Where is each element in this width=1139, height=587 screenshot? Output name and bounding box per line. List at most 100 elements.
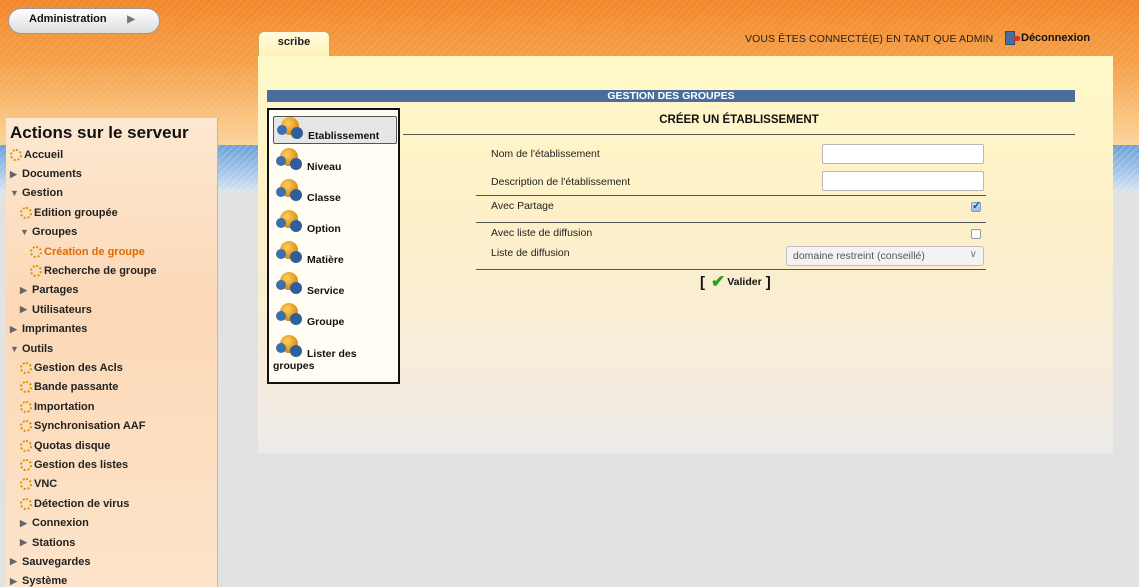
sidebar-item-label: Partages [32,284,79,297]
menu-item-matière[interactable]: Matière [273,241,397,269]
menu-item-groupe[interactable]: Groupe [273,303,397,331]
menu-item-option[interactable]: Option [273,210,397,238]
sidebar-item-edition-groupée[interactable]: Edition groupée [6,203,217,222]
sidebar-item-label: Bande passante [34,381,119,394]
sidebar-item-label: Groupes [32,226,78,239]
menu-item-label: Etablissement [308,130,380,142]
sidebar-item-quotas-disque[interactable]: Quotas disque [6,436,217,455]
sidebar-item-label: Recherche de groupe [44,265,157,278]
sidebar-item-connexion[interactable]: ▶ Connexion [6,513,217,532]
logout-icon [1005,31,1020,45]
sidebar-item-gestion-des-listes[interactable]: Gestion des listes [6,455,217,474]
menu-item-label: Groupe [307,316,345,328]
gear-icon [20,439,32,452]
mailing-list-select[interactable]: domaine restreint (conseillé) ∨ [786,246,984,266]
establishment-description-input[interactable] [822,171,984,191]
mailing-list-selected-value: domaine restreint (conseillé) [793,250,925,262]
description-label: Description de l'établissement [491,176,631,188]
sidebar-item-label: Stations [32,536,76,549]
menu-item-classe[interactable]: Classe [273,179,397,207]
sidebar-item-label: Imprimantes [22,323,88,336]
sidebar-item-label: Accueil [24,148,64,161]
mailing-list-checkbox[interactable] [971,229,981,239]
triangle-right-icon: ▶ [10,168,17,179]
establishment-name-input[interactable] [822,144,984,164]
sidebar-item-vnc[interactable]: VNC [6,475,217,494]
sidebar-item-label: Documents [22,168,82,181]
connected-user-text: VOUS ÊTES CONNECTÉ(E) EN TANT QUE ADMIN [745,33,994,45]
sidebar-item-label: Edition groupée [34,206,118,219]
sidebar-item-label: VNC [34,478,58,491]
group-icon [276,210,304,234]
sidebar-item-accueil[interactable]: Accueil [6,145,217,164]
sidebar-item-création-de-groupe[interactable]: Création de groupe [6,242,217,261]
menu-item-niveau[interactable]: Niveau [273,148,397,176]
sidebar-item-outils[interactable]: ▼ Outils [6,339,217,358]
sidebar-item-imprimantes[interactable]: ▶ Imprimantes [6,320,217,339]
gear-icon [20,400,32,413]
tab-scribe[interactable]: scribe [258,31,330,57]
validate-button[interactable]: [ ✔ Valider ] [700,272,771,292]
name-label: Nom de l'établissement [491,148,600,160]
validate-label: Valider [727,276,762,288]
triangle-down-icon: ▼ [10,188,19,199]
share-checkbox[interactable] [971,199,981,212]
group-icon [277,117,305,141]
logout-link[interactable]: Déconnexion [1005,31,1090,45]
triangle-right-icon: ▶ [20,284,27,295]
chevron-down-icon: ∨ [969,249,977,260]
sidebar-item-importation[interactable]: Importation [6,397,217,416]
menu-item-label: Option [307,223,341,235]
sidebar-item-détection-de-virus[interactable]: Détection de virus [6,494,217,513]
form-divider [476,269,986,270]
sidebar-item-sauvegardes[interactable]: ▶ Sauvegardes [6,552,217,571]
sidebar-item-synchronisation-aaf[interactable]: Synchronisation AAF [6,416,217,435]
gear-icon [20,458,32,471]
sidebar-item-label: Importation [34,400,95,413]
triangle-right-icon: ▶ [20,304,27,315]
chevron-right-icon: ▶ [127,14,135,25]
sidebar-menu: Accueil ▶ Documents ▼ Gestion Edition groupée… [6,145,217,587]
sidebar-item-bande-passante[interactable]: Bande passante [6,378,217,397]
group-icon [276,241,304,265]
sidebar-item-système[interactable]: ▶ Système [6,572,217,587]
sidebar-item-groupes[interactable]: ▼ Groupes [6,223,217,242]
administration-menu-button[interactable]: Administration ▶ [8,8,160,34]
triangle-right-icon: ▶ [10,575,17,586]
sidebar-item-utilisateurs[interactable]: ▶ Utilisateurs [6,300,217,319]
bracket-close: ] [765,273,771,291]
administration-menu-label: Administration [29,13,107,25]
sidebar-item-label: Gestion des Acls [34,361,123,374]
sidebar-item-label: Détection de virus [34,497,130,510]
sidebar-item-label: Synchronisation AAF [34,420,146,433]
gear-icon [20,206,32,219]
menu-item-label: Lister des groupes [273,348,357,372]
gear-icon [20,478,32,491]
gear-icon [30,265,42,278]
group-icon [276,303,304,327]
sidebar-item-gestion[interactable]: ▼ Gestion [6,184,217,203]
sidebar-item-stations[interactable]: ▶ Stations [6,533,217,552]
group-type-menu: Etablissement Niveau Classe Option Matière Se… [267,108,400,384]
sidebar-title: Actions sur le serveur [10,123,189,142]
sidebar-item-label: Système [22,575,68,587]
sidebar-item-label: Utilisateurs [32,303,92,316]
triangle-right-icon: ▶ [10,556,17,567]
menu-item-etablissement[interactable]: Etablissement [273,116,397,144]
group-icon [276,179,304,203]
menu-item-service[interactable]: Service [273,272,397,300]
sidebar-item-gestion-des-acls[interactable]: Gestion des Acls [6,358,217,377]
gear-icon [20,361,32,374]
triangle-down-icon: ▼ [10,343,19,354]
menu-item-label: Matière [307,254,344,266]
sidebar-item-documents[interactable]: ▶ Documents [6,164,217,183]
logout-label: Déconnexion [1021,32,1091,44]
sidebar-item-partages[interactable]: ▶ Partages [6,281,217,300]
gear-icon [20,381,32,394]
group-icon [276,272,304,296]
sidebar-item-recherche-de-groupe[interactable]: Recherche de groupe [6,261,217,280]
checkmark-icon: ✔ [711,272,726,291]
triangle-right-icon: ▶ [20,517,27,528]
menu-item-lister-des-groupes[interactable]: Lister des groupes [273,335,397,377]
form-title: CRÉER UN ÉTABLISSEMENT [659,114,819,126]
